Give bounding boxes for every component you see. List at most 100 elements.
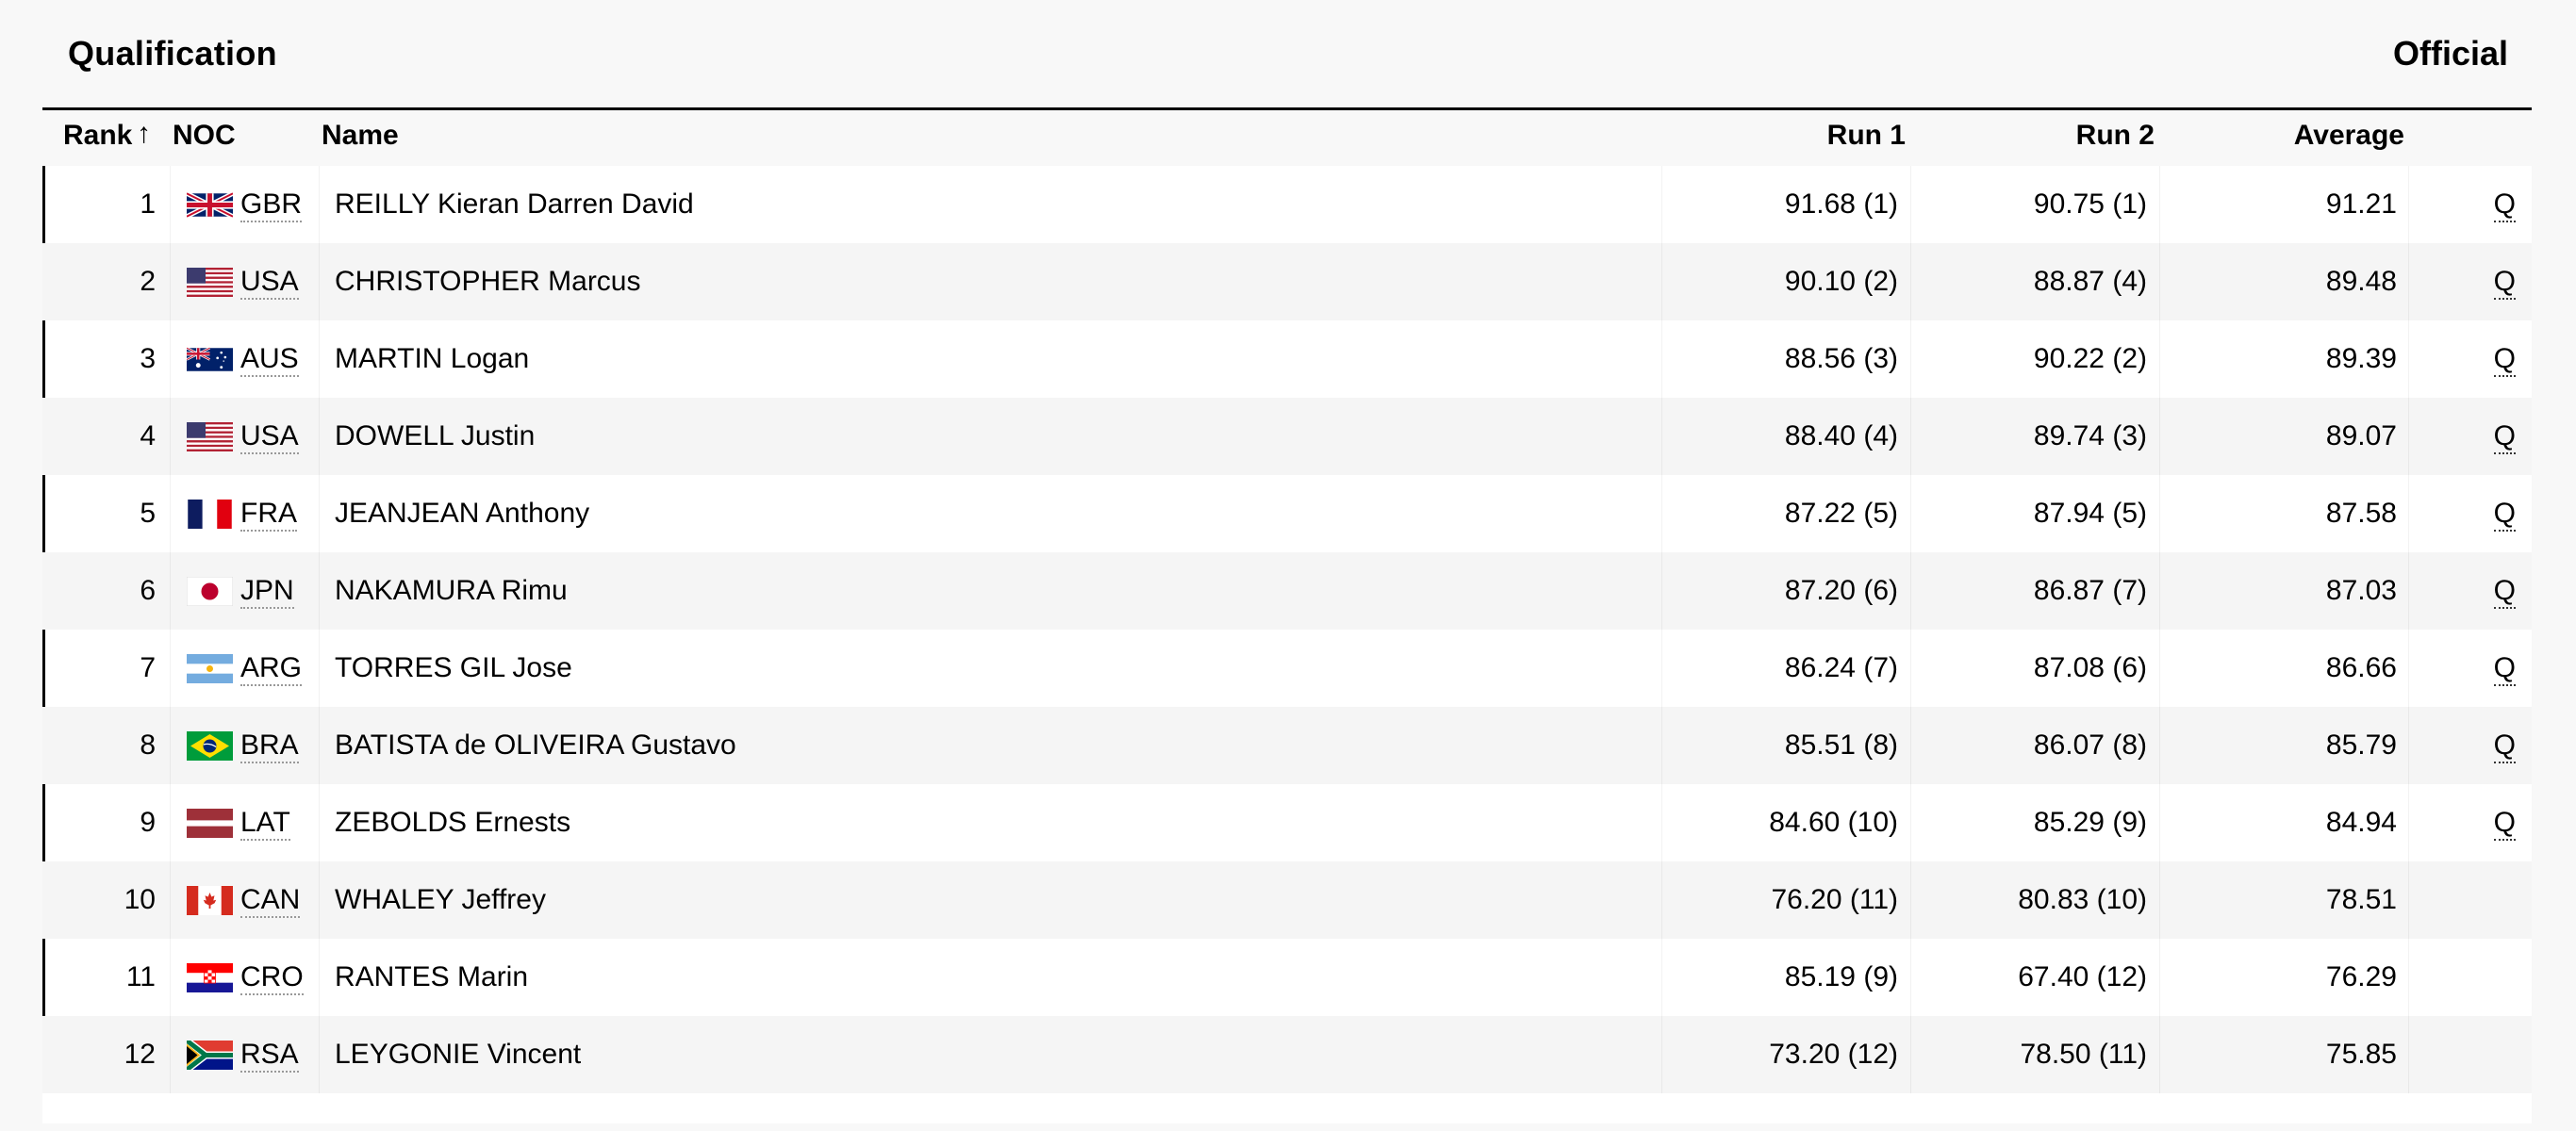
qualified-badge[interactable]: Q [2493, 575, 2516, 609]
average-score: 84.94 [2325, 807, 2397, 838]
rank-cell: 7 [140, 652, 156, 683]
noc-code[interactable]: CRO [240, 961, 304, 995]
table-row[interactable]: 11 CRO RANTES Marin 85.19 (9) 67.40 (12) 76.2… [42, 939, 2532, 1016]
athlete-name: MARTIN Logan [335, 343, 530, 374]
section-title: Qualification [68, 34, 277, 73]
run2-score: 67.40 (12) [2018, 961, 2147, 992]
jpn-flag-icon [187, 577, 233, 606]
table-row[interactable]: 9 LAT ZEBOLDS Ernests 84.60 (10) 85.29 (9) 84… [42, 784, 2532, 861]
table-row[interactable]: 10 CAN WHALEY Jeffrey 76.20 (11) 80.83 (10) 7… [42, 861, 2532, 939]
noc-code[interactable]: AUS [240, 343, 299, 377]
results-header-bar: Qualification Official [42, 0, 2532, 110]
run2-score: 86.07 (8) [2033, 729, 2147, 761]
qualified-badge[interactable]: Q [2493, 807, 2516, 841]
run1-score: 91.68 (1) [1784, 188, 1898, 220]
usa-flag-icon [187, 268, 233, 297]
athlete-name: TORRES GIL Jose [335, 652, 572, 683]
noc-code[interactable]: CAN [240, 884, 301, 918]
table-row[interactable]: 4 USA DOWELL Justin 88.40 (4) 89.74 (3) 89.07… [42, 398, 2532, 475]
run2-score: 85.29 (9) [2033, 807, 2147, 838]
noc-code[interactable]: JPN [240, 575, 294, 609]
run1-score: 87.20 (6) [1784, 575, 1898, 606]
table-row[interactable]: 6 JPN NAKAMURA Rimu 87.20 (6) 86.87 (7) 87.03… [42, 552, 2532, 630]
aus-flag-icon [187, 345, 233, 374]
rank-cell: 10 [124, 884, 156, 915]
run1-score: 85.51 (8) [1784, 729, 1898, 761]
noc-code[interactable]: USA [240, 420, 299, 454]
rank-cell: 6 [140, 575, 156, 606]
run2-score: 90.75 (1) [2033, 188, 2147, 220]
run2-column-header[interactable]: Run 2 [2076, 120, 2155, 152]
average-score: 87.58 [2325, 498, 2397, 529]
run1-score: 88.56 (3) [1784, 343, 1898, 374]
cro-flag-icon [187, 963, 233, 992]
bra-flag-icon [187, 731, 233, 761]
run1-score: 73.20 (12) [1769, 1039, 1898, 1070]
noc-code[interactable]: GBR [240, 188, 303, 222]
qualified-badge[interactable]: Q [2493, 266, 2516, 300]
table-row[interactable]: 8 BRA BATISTA de OLIVEIRA Gustavo 85.51 (8)… [42, 707, 2532, 784]
results-panel: Qualification Official Rank ↑ NOC Name R… [42, 0, 2532, 1131]
run2-score: 86.87 (7) [2033, 575, 2147, 606]
athlete-name: CHRISTOPHER Marcus [335, 266, 641, 297]
table-row[interactable]: 7 ARG TORRES GIL Jose 86.24 (7) 87.08 (6) 86.… [42, 630, 2532, 707]
table-row[interactable]: 2 USA CHRISTOPHER Marcus 90.10 (2) 88.87 (4)… [42, 243, 2532, 320]
rank-cell: 11 [125, 961, 156, 992]
noc-code[interactable]: BRA [240, 729, 299, 763]
qualified-badge[interactable]: Q [2493, 188, 2516, 222]
table-row[interactable]: 12 RSA LEYGONIE Vincent 73.20 (12) 78.50 (11… [42, 1016, 2532, 1093]
table-footer [42, 1093, 2532, 1123]
average-column-header[interactable]: Average [2294, 120, 2404, 152]
qualified-badge[interactable]: Q [2493, 498, 2516, 532]
noc-code[interactable]: LAT [240, 807, 290, 841]
run1-column-header[interactable]: Run 1 [1827, 120, 1906, 152]
table-row[interactable]: 3 AUS MARTIN Logan 88.56 (3) 90.22 (2) 89.39 Q [42, 320, 2532, 398]
run2-score: 87.94 (5) [2033, 498, 2147, 529]
run1-score: 90.10 (2) [1784, 266, 1898, 297]
run1-score: 85.19 (9) [1784, 961, 1898, 992]
average-score: 87.03 [2325, 575, 2397, 606]
rank-cell: 12 [124, 1039, 156, 1070]
noc-code[interactable]: FRA [240, 498, 297, 532]
noc-code[interactable]: ARG [240, 652, 303, 686]
run2-score: 80.83 (10) [2018, 884, 2147, 915]
table-header-row: Rank ↑ NOC Name Run 1 Run 2 Average [42, 110, 2532, 166]
fra-flag-icon [187, 500, 233, 529]
name-column-header[interactable]: Name [322, 120, 399, 152]
can-flag-icon [187, 886, 233, 915]
run1-score: 84.60 (10) [1769, 807, 1898, 838]
noc-code[interactable]: RSA [240, 1039, 299, 1073]
rank-cell: 2 [140, 266, 156, 297]
qualified-badge[interactable]: Q [2493, 343, 2516, 377]
run1-score: 88.40 (4) [1784, 420, 1898, 451]
qualified-badge[interactable]: Q [2493, 420, 2516, 454]
qualified-badge[interactable]: Q [2493, 729, 2516, 763]
table-row[interactable]: 1 GBR REILLY Kieran Darren David 91.68 (1) 9… [42, 166, 2532, 243]
run2-score: 87.08 (6) [2033, 652, 2147, 683]
rank-cell: 3 [140, 343, 156, 374]
rank-column-header[interactable]: Rank [63, 120, 132, 152]
rsa-flag-icon [187, 1041, 233, 1070]
noc-code[interactable]: USA [240, 266, 299, 300]
athlete-name: DOWELL Justin [335, 420, 536, 451]
average-score: 76.29 [2325, 961, 2397, 992]
run2-score: 89.74 (3) [2033, 420, 2147, 451]
qualified-badge[interactable]: Q [2493, 652, 2516, 686]
average-score: 89.39 [2325, 343, 2397, 374]
athlete-name: JEANJEAN Anthony [335, 498, 590, 529]
average-score: 86.66 [2325, 652, 2397, 683]
rank-cell: 1 [140, 188, 156, 220]
athlete-name: NAKAMURA Rimu [335, 575, 568, 606]
average-score: 75.85 [2325, 1039, 2397, 1070]
run2-score: 78.50 (11) [2020, 1039, 2147, 1070]
average-score: 78.51 [2325, 884, 2397, 915]
lat-flag-icon [187, 809, 233, 838]
average-score: 91.21 [2325, 188, 2397, 220]
run2-score: 88.87 (4) [2033, 266, 2147, 297]
athlete-name: RANTES Marin [335, 961, 529, 992]
sort-ascending-icon[interactable]: ↑ [137, 118, 151, 150]
table-row[interactable]: 5 FRA JEANJEAN Anthony 87.22 (5) 87.94 (5) 87… [42, 475, 2532, 552]
noc-column-header[interactable]: NOC [173, 120, 236, 152]
average-score: 89.48 [2325, 266, 2397, 297]
arg-flag-icon [187, 654, 233, 683]
